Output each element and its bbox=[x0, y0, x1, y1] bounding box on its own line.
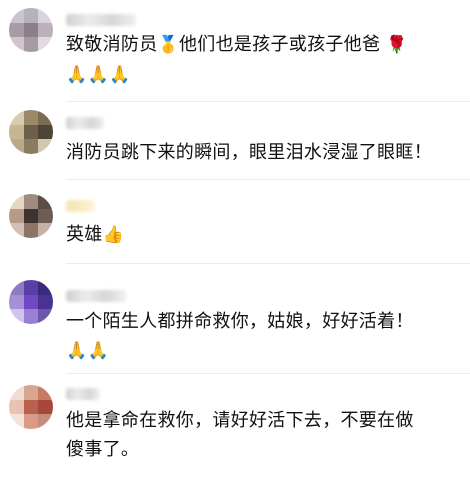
avatar[interactable] bbox=[9, 385, 53, 429]
avatar-mosaic-cell bbox=[9, 208, 24, 224]
avatar-mosaic-cell bbox=[23, 223, 39, 238]
username-blurred[interactable] bbox=[66, 14, 136, 26]
avatar-mosaic-cell bbox=[9, 280, 24, 295]
divider bbox=[66, 179, 470, 180]
avatar-mosaic-cell bbox=[38, 223, 53, 238]
comment-text: 致敬消防员🥇他们也是孩子或孩子他爸 🌹 🙏🙏🙏 bbox=[66, 34, 408, 85]
avatar[interactable] bbox=[9, 8, 53, 52]
avatar-mosaic-cell bbox=[23, 309, 39, 324]
avatar-mosaic-cell bbox=[9, 223, 24, 238]
username-blurred[interactable] bbox=[66, 117, 104, 129]
avatar[interactable] bbox=[9, 110, 53, 154]
avatar-mosaic-cell bbox=[23, 194, 39, 209]
avatar-mosaic-cell bbox=[23, 385, 39, 400]
thumbs-up-icon: 👍 bbox=[102, 225, 125, 245]
avatar-mosaic-cell bbox=[23, 124, 39, 140]
avatar-mosaic-cell bbox=[23, 37, 39, 52]
avatar-mosaic-cell bbox=[23, 294, 39, 310]
avatar-mosaic-cell bbox=[9, 294, 24, 310]
avatar[interactable] bbox=[9, 194, 53, 238]
medal-icon: 🥇 bbox=[157, 35, 179, 55]
avatar-mosaic-cell bbox=[38, 194, 53, 209]
avatar-mosaic-cell bbox=[38, 294, 53, 310]
avatar-mosaic-cell bbox=[38, 385, 53, 400]
avatar-mosaic-cell bbox=[38, 414, 53, 429]
comment-text: 一个陌生人都拼命救你，姑娘，好好活着！ 🙏🙏 bbox=[66, 311, 414, 361]
avatar-mosaic-cell bbox=[23, 280, 39, 295]
comment-text: 消防员跳下来的瞬间，眼里泪水浸湿了眼眶！ bbox=[66, 142, 432, 163]
avatar-mosaic-cell bbox=[9, 8, 24, 23]
divider bbox=[66, 263, 470, 264]
pray-icon: 🙏 bbox=[66, 65, 88, 85]
avatar-mosaic-cell bbox=[23, 110, 39, 125]
avatar-mosaic-cell bbox=[38, 37, 53, 52]
avatar-mosaic-cell bbox=[38, 8, 53, 23]
avatar-mosaic-cell bbox=[38, 22, 53, 38]
avatar-mosaic-cell bbox=[9, 22, 24, 38]
avatar-mosaic-cell bbox=[9, 399, 24, 415]
avatar-mosaic-cell bbox=[9, 110, 24, 125]
avatar-mosaic-cell bbox=[23, 414, 39, 429]
avatar-mosaic-cell bbox=[38, 280, 53, 295]
avatar-mosaic-cell bbox=[23, 139, 39, 154]
avatar-mosaic-cell bbox=[9, 414, 24, 429]
avatar-mosaic-cell bbox=[23, 399, 39, 415]
avatar-mosaic-cell bbox=[9, 124, 24, 140]
avatar-mosaic-cell bbox=[38, 399, 53, 415]
username-blurred[interactable] bbox=[66, 290, 126, 302]
avatar-mosaic-cell bbox=[23, 22, 39, 38]
divider bbox=[66, 101, 470, 102]
comment-text: 英雄👍 bbox=[66, 224, 125, 245]
avatar-mosaic-cell bbox=[23, 8, 39, 23]
comment-text: 他是拿命在救你，请好好活下去，不要在做 傻事了。 bbox=[66, 410, 414, 460]
avatar-mosaic-cell bbox=[38, 124, 53, 140]
avatar-mosaic-cell bbox=[38, 309, 53, 324]
pray-icon: 🙏 bbox=[87, 341, 109, 361]
avatar-mosaic-cell bbox=[9, 139, 24, 154]
avatar-mosaic-cell bbox=[23, 208, 39, 224]
avatar-mosaic-cell bbox=[9, 194, 24, 209]
pray-icon: 🙏 bbox=[66, 341, 88, 361]
rose-icon: 🌹 bbox=[386, 35, 408, 55]
avatar-mosaic-cell bbox=[9, 37, 24, 52]
divider bbox=[66, 373, 470, 374]
pray-icon: 🙏 bbox=[108, 65, 131, 85]
avatar[interactable] bbox=[9, 280, 53, 324]
avatar-mosaic-cell bbox=[38, 139, 53, 154]
pray-icon: 🙏 bbox=[87, 65, 109, 85]
username-blurred[interactable] bbox=[66, 388, 100, 400]
avatar-mosaic-cell bbox=[38, 110, 53, 125]
username-blurred[interactable] bbox=[66, 200, 94, 212]
avatar-mosaic-cell bbox=[9, 309, 24, 324]
avatar-mosaic-cell bbox=[9, 385, 24, 400]
avatar-mosaic-cell bbox=[38, 208, 53, 224]
